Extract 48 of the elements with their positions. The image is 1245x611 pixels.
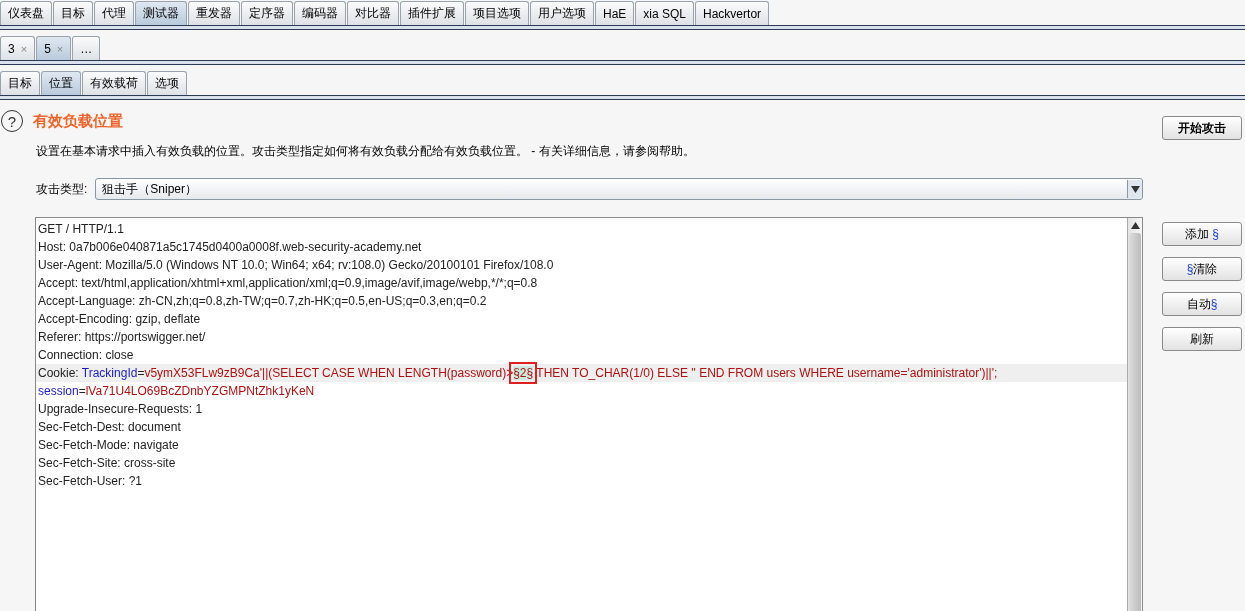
request-editor[interactable] <box>35 217 1143 611</box>
position-button[interactable]: §清除 <box>1162 257 1242 281</box>
request-line: session=lVa71U4LO69BcZDnbYZGMPNtZhk1yKeN <box>37 383 316 400</box>
scrollbar[interactable] <box>1127 218 1142 611</box>
sub-tab[interactable]: 目标 <box>0 71 40 95</box>
sub-tab[interactable]: 位置 <box>41 71 81 95</box>
position-button[interactable]: 自动§ <box>1162 292 1242 316</box>
request-line: Accept-Encoding: gzip, deflate <box>37 311 202 328</box>
position-button[interactable]: 添加 § <box>1162 222 1242 246</box>
scroll-up-icon[interactable] <box>1130 222 1140 229</box>
main-tab[interactable]: 测试器 <box>135 1 187 25</box>
sub-tab[interactable]: 选项 <box>147 71 187 95</box>
request-line: Accept-Language: zh-CN,zh;q=0.8,zh-TW;q=0.7,zh-HK;q=0.5,en-US;q=0.3,en;q=0.2 <box>37 293 488 310</box>
request-line: Connection: close <box>37 347 135 364</box>
attack-type-dropdown[interactable]: 狙击手（Sniper） <box>95 178 1143 200</box>
request-line: Upgrade-Insecure-Requests: 1 <box>37 401 204 418</box>
request-line: Sec-Fetch-User: ?1 <box>37 473 144 490</box>
main-tab[interactable]: 对比器 <box>347 1 399 25</box>
main-tab[interactable]: 项目选项 <box>465 1 529 25</box>
attack-tab[interactable]: … <box>72 36 101 60</box>
attack-tab[interactable]: 3 × <box>0 36 36 60</box>
request-line: Sec-Fetch-Mode: navigate <box>37 437 180 454</box>
main-tab[interactable]: Hackvertor <box>695 1 770 25</box>
dropdown-arrow-icon <box>1130 185 1140 193</box>
start-attack-button[interactable]: 开始攻击 <box>1162 116 1242 140</box>
request-line: Accept: text/html,application/xhtml+xml,application/xml;q=0.9,image/avif,image/webp,*/*;q=0.8 <box>37 275 539 292</box>
attack-tab[interactable]: 5 × <box>36 36 72 60</box>
main-tab[interactable]: 编码器 <box>294 1 346 25</box>
attack-type-label: 攻击类型: <box>36 180 88 198</box>
position-button[interactable]: 刷新 <box>1162 327 1242 351</box>
request-line: Referer: https://portswigger.net/ <box>37 329 207 346</box>
sub-tab[interactable]: 有效载荷 <box>82 71 146 95</box>
main-tab[interactable]: 仪表盘 <box>0 1 52 25</box>
main-tab[interactable]: 插件扩展 <box>400 1 464 25</box>
section-description: 设置在基本请求中插入有效负载的位置。攻击类型指定如何将有效负载分配给有效负载位置。 - 有关详细信息，请参阅帮助。 <box>36 143 696 160</box>
request-line: Sec-Fetch-Site: cross-site <box>37 455 177 472</box>
request-line: GET / HTTP/1.1 <box>37 221 125 238</box>
request-line: Host: 0a7b006e040871a5c1745d0400a0008f.web-security-academy.net <box>37 239 423 256</box>
main-tab[interactable]: 重发器 <box>188 1 240 25</box>
main-tab[interactable]: HaE <box>595 1 635 25</box>
main-tab[interactable]: 用户选项 <box>530 1 594 25</box>
section-title: 有效负载位置 <box>33 111 123 131</box>
main-tab[interactable]: xia SQL <box>635 1 695 25</box>
request-line: Sec-Fetch-Dest: document <box>37 419 182 436</box>
request-line: User-Agent: Mozilla/5.0 (Windows NT 10.0; Win64; x64; rv:108.0) Gecko/20100101 Firefox/108.0 <box>37 257 555 274</box>
main-tab[interactable]: 代理 <box>94 1 134 25</box>
main-tab[interactable]: 定序器 <box>241 1 293 25</box>
main-tab[interactable]: 目标 <box>53 1 93 25</box>
